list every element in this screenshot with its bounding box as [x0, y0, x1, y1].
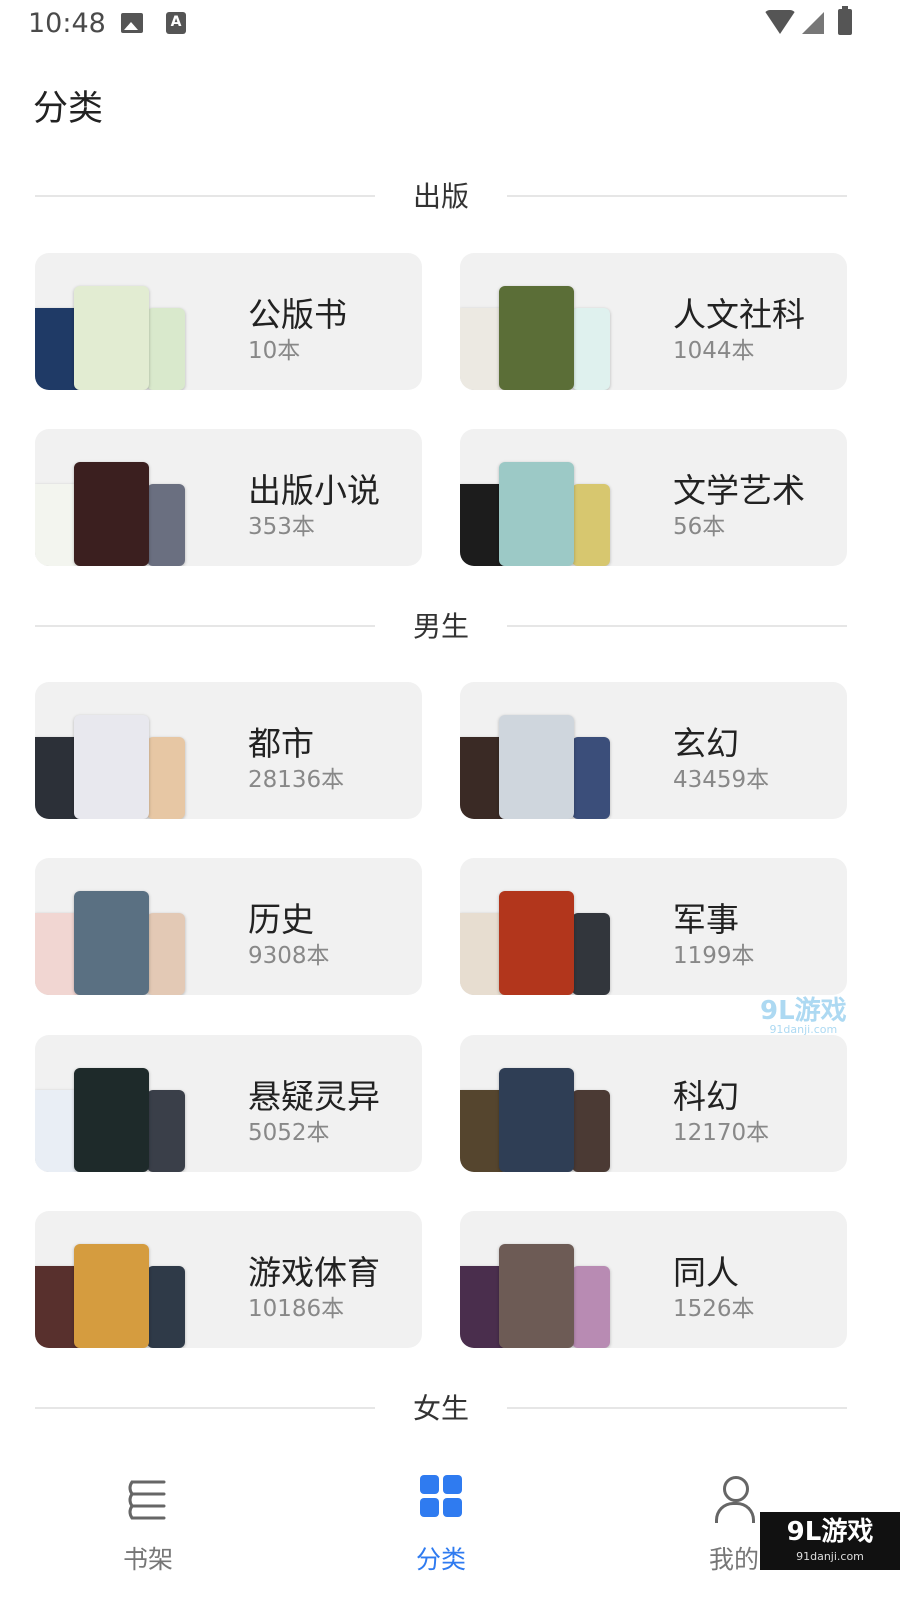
page-title: 分类 [33, 89, 104, 129]
category-name: 游戏体育 [248, 1253, 380, 1292]
book-cover [499, 715, 574, 819]
cover-stack [460, 858, 620, 995]
book-cover [74, 1244, 149, 1348]
image-notification-icon [121, 13, 143, 33]
book-cover [147, 737, 185, 819]
wifi-icon [764, 10, 796, 34]
cover-stack [460, 253, 620, 390]
corner-badge-sub: 91danji.com [796, 1550, 864, 1563]
category-count: 353本 [248, 514, 315, 540]
category-name: 科幻 [673, 1077, 739, 1116]
book-cover [74, 1068, 149, 1172]
nav-item-category[interactable]: 分类 [381, 1470, 501, 1580]
category-count: 1526本 [673, 1296, 755, 1322]
category-name: 军事 [673, 900, 739, 939]
watermark-sub: 91danji.com [769, 1023, 838, 1036]
section-header-publish: 出版 [35, 175, 847, 215]
category-count: 43459本 [673, 767, 770, 793]
category-count: 10本 [248, 338, 301, 364]
user-icon [714, 1476, 755, 1526]
book-cover [74, 462, 149, 566]
category-card[interactable]: 玄幻 43459本 [460, 682, 847, 819]
book-cover [499, 462, 574, 566]
corner-badge-text: 9L游戏 [786, 1517, 874, 1547]
signal-icon [802, 12, 824, 34]
category-grid-icon [420, 1475, 462, 1517]
cover-stack [460, 1035, 620, 1172]
bookshelf-icon [128, 1480, 166, 1520]
cover-stack [35, 682, 195, 819]
status-time: 10:48 [28, 8, 106, 39]
category-card[interactable]: 悬疑灵异 5052本 [35, 1035, 422, 1172]
book-cover [147, 1090, 185, 1172]
book-cover [572, 1090, 610, 1172]
section-header-male: 男生 [35, 605, 847, 645]
book-cover [572, 913, 610, 995]
category-count: 10186本 [248, 1296, 345, 1322]
category-card[interactable]: 同人 1526本 [460, 1211, 847, 1348]
category-card[interactable]: 出版小说 353本 [35, 429, 422, 566]
book-cover [572, 308, 610, 390]
section-header-female: 女生 [35, 1387, 847, 1427]
category-name: 历史 [248, 900, 314, 939]
divider [507, 625, 847, 627]
book-cover [572, 484, 610, 566]
category-count: 9308本 [248, 943, 330, 969]
book-cover [147, 1266, 185, 1348]
book-cover [74, 286, 149, 390]
book-cover [499, 891, 574, 995]
category-count: 1044本 [673, 338, 755, 364]
cover-stack [35, 1035, 195, 1172]
book-cover [147, 484, 185, 566]
category-name: 文学艺术 [673, 471, 805, 510]
cover-stack [35, 253, 195, 390]
nav-item-bookshelf[interactable]: 书架 [88, 1470, 208, 1580]
status-bar: 10:48 A [0, 0, 900, 52]
cover-stack [35, 1211, 195, 1348]
divider [507, 1407, 847, 1409]
category-name: 出版小说 [248, 471, 380, 510]
cover-stack [460, 682, 620, 819]
book-cover [499, 286, 574, 390]
category-name: 同人 [673, 1253, 739, 1292]
category-card[interactable]: 公版书 10本 [35, 253, 422, 390]
divider [507, 195, 847, 197]
keyboard-notification-icon: A [166, 12, 186, 34]
category-count: 5052本 [248, 1120, 330, 1146]
category-count: 28136本 [248, 767, 345, 793]
category-name: 人文社科 [673, 295, 805, 334]
category-name: 玄幻 [673, 724, 739, 763]
watermark-text: 9L游戏 [760, 996, 847, 1026]
category-card[interactable]: 文学艺术 56本 [460, 429, 847, 566]
category-name: 都市 [248, 724, 314, 763]
battery-icon [838, 6, 852, 35]
category-card[interactable]: 军事 1199本 [460, 858, 847, 995]
book-cover [147, 308, 185, 390]
nav-label: 分类 [415, 1545, 466, 1574]
cover-stack [460, 1211, 620, 1348]
category-card[interactable]: 科幻 12170本 [460, 1035, 847, 1172]
category-card[interactable]: 都市 28136本 [35, 682, 422, 819]
category-name: 悬疑灵异 [248, 1077, 380, 1116]
book-cover [74, 715, 149, 819]
category-count: 56本 [673, 514, 726, 540]
category-card[interactable]: 历史 9308本 [35, 858, 422, 995]
category-card[interactable]: 人文社科 1044本 [460, 253, 847, 390]
cover-stack [35, 858, 195, 995]
category-count: 12170本 [673, 1120, 770, 1146]
category-count: 1199本 [673, 943, 755, 969]
book-cover [499, 1244, 574, 1348]
category-card[interactable]: 游戏体育 10186本 [35, 1211, 422, 1348]
watermark-logo: 9L游戏 91danji.com [760, 990, 847, 1036]
book-cover [147, 913, 185, 995]
nav-label: 书架 [122, 1545, 173, 1574]
category-name: 公版书 [248, 295, 347, 334]
book-cover [499, 1068, 574, 1172]
book-cover [572, 1266, 610, 1348]
corner-watermark-badge: 9L游戏 91danji.com [760, 1512, 900, 1570]
cover-stack [460, 429, 620, 566]
book-cover [74, 891, 149, 995]
cover-stack [35, 429, 195, 566]
book-cover [572, 737, 610, 819]
